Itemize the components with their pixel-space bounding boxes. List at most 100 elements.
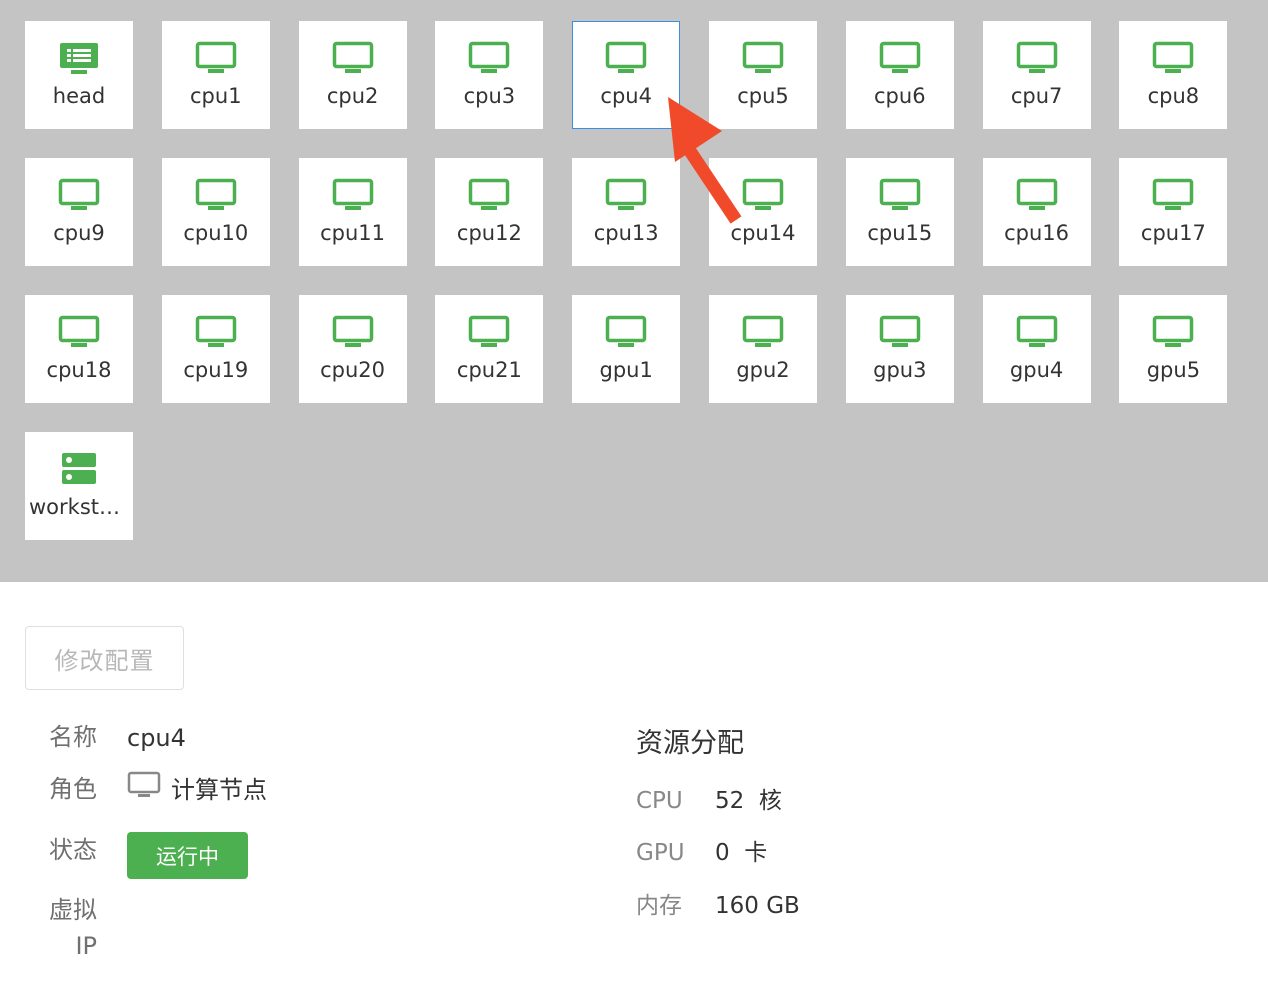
monitor-icon — [742, 41, 784, 75]
monitor-icon — [1016, 41, 1058, 75]
monitor-icon — [195, 178, 237, 212]
node-label: cpu18 — [46, 358, 112, 382]
monitor-icon — [58, 178, 100, 212]
monitor-icon — [332, 315, 374, 349]
node-label: cpu12 — [456, 221, 522, 245]
monitor-icon — [58, 315, 100, 349]
node-tile-cpu21[interactable]: cpu21 — [435, 295, 544, 403]
node-tile-gpu1[interactable]: gpu1 — [572, 295, 681, 403]
node-tile-cpu16[interactable]: cpu16 — [982, 158, 1091, 266]
gpu-label: GPU — [636, 840, 685, 866]
virtual-ip-label-suffix: IP — [75, 932, 97, 960]
monitor-icon — [195, 315, 237, 349]
monitor-icon — [468, 315, 510, 349]
monitor-icon — [1152, 178, 1194, 212]
node-tile-gpu3[interactable]: gpu3 — [845, 295, 954, 403]
name-value: cpu4 — [127, 724, 186, 752]
node-label: cpu10 — [183, 221, 249, 245]
node-tile-cpu11[interactable]: cpu11 — [298, 158, 407, 266]
node-label: cpu6 — [874, 84, 926, 108]
monitor-icon — [605, 41, 647, 75]
monitor-icon — [127, 771, 161, 809]
role-text: 计算节点 — [171, 776, 267, 804]
status-label: 状态 — [49, 836, 97, 864]
memory-value: 160 GB — [715, 893, 800, 919]
node-tile-cpu6[interactable]: cpu6 — [845, 21, 954, 129]
node-label: cpu5 — [737, 84, 789, 108]
monitor-icon — [332, 41, 374, 75]
node-label: cpu7 — [1010, 84, 1063, 108]
server-icon — [58, 452, 100, 486]
list-monitor-icon — [58, 41, 100, 75]
node-label: cpu1 — [190, 84, 242, 108]
monitor-icon — [742, 178, 784, 212]
node-label: cpu19 — [183, 358, 249, 382]
role-label: 角色 — [49, 775, 97, 803]
node-label: gpu3 — [873, 358, 927, 382]
node-tile-worksta[interactable]: worksta... — [25, 432, 133, 540]
node-label: cpu3 — [463, 84, 516, 108]
monitor-icon — [468, 41, 510, 75]
node-tile-cpu3[interactable]: cpu3 — [435, 21, 544, 129]
edit-config-button[interactable]: 修改配置 — [25, 626, 184, 690]
node-tile-cpu4[interactable]: cpu4 — [572, 21, 681, 129]
monitor-icon — [605, 315, 647, 349]
node-tile-gpu2[interactable]: gpu2 — [709, 295, 817, 403]
node-label: cpu16 — [1004, 221, 1070, 245]
status-badge: 运行中 — [127, 832, 248, 879]
node-label: cpu9 — [53, 221, 105, 245]
node-tile-cpu7[interactable]: cpu7 — [982, 21, 1091, 129]
node-tile-cpu14[interactable]: cpu14 — [709, 158, 817, 266]
node-label: gpu1 — [599, 358, 653, 382]
virtual-ip-label: 虚拟 — [49, 896, 97, 924]
gpu-value: 0 卡 — [715, 840, 768, 866]
node-label: gpu4 — [1009, 358, 1064, 382]
node-tile-cpu10[interactable]: cpu10 — [161, 158, 270, 266]
cpu-value: 52 核 — [715, 788, 782, 814]
monitor-icon — [742, 315, 784, 349]
node-label: cpu17 — [1140, 221, 1206, 245]
node-label: worksta... — [29, 495, 129, 519]
node-tile-cpu15[interactable]: cpu15 — [845, 158, 954, 266]
monitor-icon — [468, 178, 510, 212]
monitor-icon — [1016, 315, 1058, 349]
node-label: cpu15 — [867, 221, 933, 245]
monitor-icon — [1152, 41, 1194, 75]
node-label: gpu2 — [736, 358, 790, 382]
node-label: head — [52, 84, 106, 108]
monitor-icon — [195, 41, 237, 75]
role-value: 计算节点 — [127, 771, 267, 809]
node-label: gpu5 — [1146, 358, 1201, 382]
node-tile-cpu12[interactable]: cpu12 — [435, 158, 544, 266]
name-label: 名称 — [49, 723, 97, 751]
monitor-icon — [879, 41, 921, 75]
node-label: cpu4 — [600, 84, 652, 108]
node-tile-cpu8[interactable]: cpu8 — [1119, 21, 1228, 129]
node-tile-cpu2[interactable]: cpu2 — [298, 21, 407, 129]
node-tile-cpu13[interactable]: cpu13 — [572, 158, 681, 266]
node-tile-gpu5[interactable]: gpu5 — [1119, 295, 1228, 403]
cpu-label: CPU — [636, 788, 683, 814]
node-tile-cpu9[interactable]: cpu9 — [25, 158, 133, 266]
monitor-icon — [332, 178, 374, 212]
node-label: cpu14 — [730, 221, 796, 245]
node-tile-cpu17[interactable]: cpu17 — [1119, 158, 1228, 266]
memory-label: 内存 — [636, 893, 682, 919]
resource-title: 资源分配 — [636, 728, 744, 759]
monitor-icon — [605, 178, 647, 212]
node-label: cpu21 — [456, 358, 522, 382]
node-label: cpu8 — [1147, 84, 1200, 108]
monitor-icon — [1152, 315, 1194, 349]
node-tile-cpu5[interactable]: cpu5 — [709, 21, 817, 129]
node-tile-gpu4[interactable]: gpu4 — [982, 295, 1091, 403]
node-tile-cpu1[interactable]: cpu1 — [161, 21, 270, 129]
node-tile-head[interactable]: head — [25, 21, 133, 129]
node-label: cpu20 — [320, 358, 386, 382]
monitor-icon — [879, 178, 921, 212]
node-tile-cpu20[interactable]: cpu20 — [298, 295, 407, 403]
node-tile-cpu19[interactable]: cpu19 — [161, 295, 270, 403]
node-tile-cpu18[interactable]: cpu18 — [25, 295, 133, 403]
monitor-icon — [1016, 178, 1058, 212]
node-label: cpu2 — [326, 84, 379, 108]
node-grid: head cpu1 cpu2 cpu3 cpu4 cpu5 cpu6 cpu7 cpu8 cpu9… — [0, 0, 1268, 582]
